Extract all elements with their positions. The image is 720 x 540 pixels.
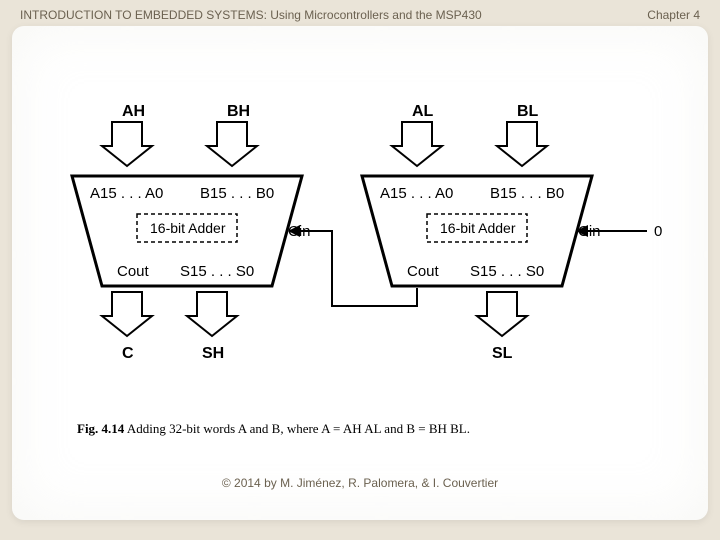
arrow-down-icon	[102, 292, 152, 336]
adder-diagram: AH BH A15 . . . A0 B15 . . . B0 16-bit A…	[52, 96, 692, 416]
port-cout-hi: Cout	[117, 263, 150, 280]
arrow-down-icon	[477, 292, 527, 336]
chapter-label: Chapter 4	[647, 8, 700, 22]
port-s-lo: S15 . . . S0	[470, 263, 544, 280]
port-cout-lo: Cout	[407, 263, 440, 280]
arrow-down-icon	[497, 122, 547, 166]
port-b-hi: B15 . . . B0	[200, 185, 274, 202]
adder-label-hi: 16-bit Adder	[150, 220, 226, 236]
figure-text: Adding 32-bit words A and B, where A = A…	[124, 421, 470, 436]
arrow-down-icon	[392, 122, 442, 166]
port-a-hi: A15 . . . A0	[90, 185, 163, 202]
label-bl: BL	[517, 103, 539, 120]
label-sh: SH	[202, 345, 224, 362]
figure-number: Fig. 4.14	[77, 421, 124, 436]
page-footer: © 2014 by M. Jiménez, R. Palomera, & I. …	[12, 476, 708, 490]
port-a-lo: A15 . . . A0	[380, 185, 453, 202]
label-ah: AH	[122, 103, 145, 120]
label-zero: 0	[654, 223, 662, 240]
port-b-lo: B15 . . . B0	[490, 185, 564, 202]
arrow-down-icon	[102, 122, 152, 166]
label-sl: SL	[492, 345, 513, 362]
book-title: INTRODUCTION TO EMBEDDED SYSTEMS: Using …	[20, 8, 482, 22]
arrow-down-icon	[207, 122, 257, 166]
figure-caption: Fig. 4.14 Adding 32-bit words A and B, w…	[77, 421, 470, 437]
label-c: C	[122, 345, 134, 362]
adder-label-lo: 16-bit Adder	[440, 220, 516, 236]
page-header: INTRODUCTION TO EMBEDDED SYSTEMS: Using …	[0, 0, 720, 26]
label-bh: BH	[227, 103, 250, 120]
arrow-down-icon	[187, 292, 237, 336]
port-s-hi: S15 . . . S0	[180, 263, 254, 280]
content-card: AH BH A15 . . . A0 B15 . . . B0 16-bit A…	[12, 26, 708, 520]
copyright-text: © 2014 by M. Jiménez, R. Palomera, & I. …	[222, 476, 498, 490]
label-al: AL	[412, 103, 434, 120]
